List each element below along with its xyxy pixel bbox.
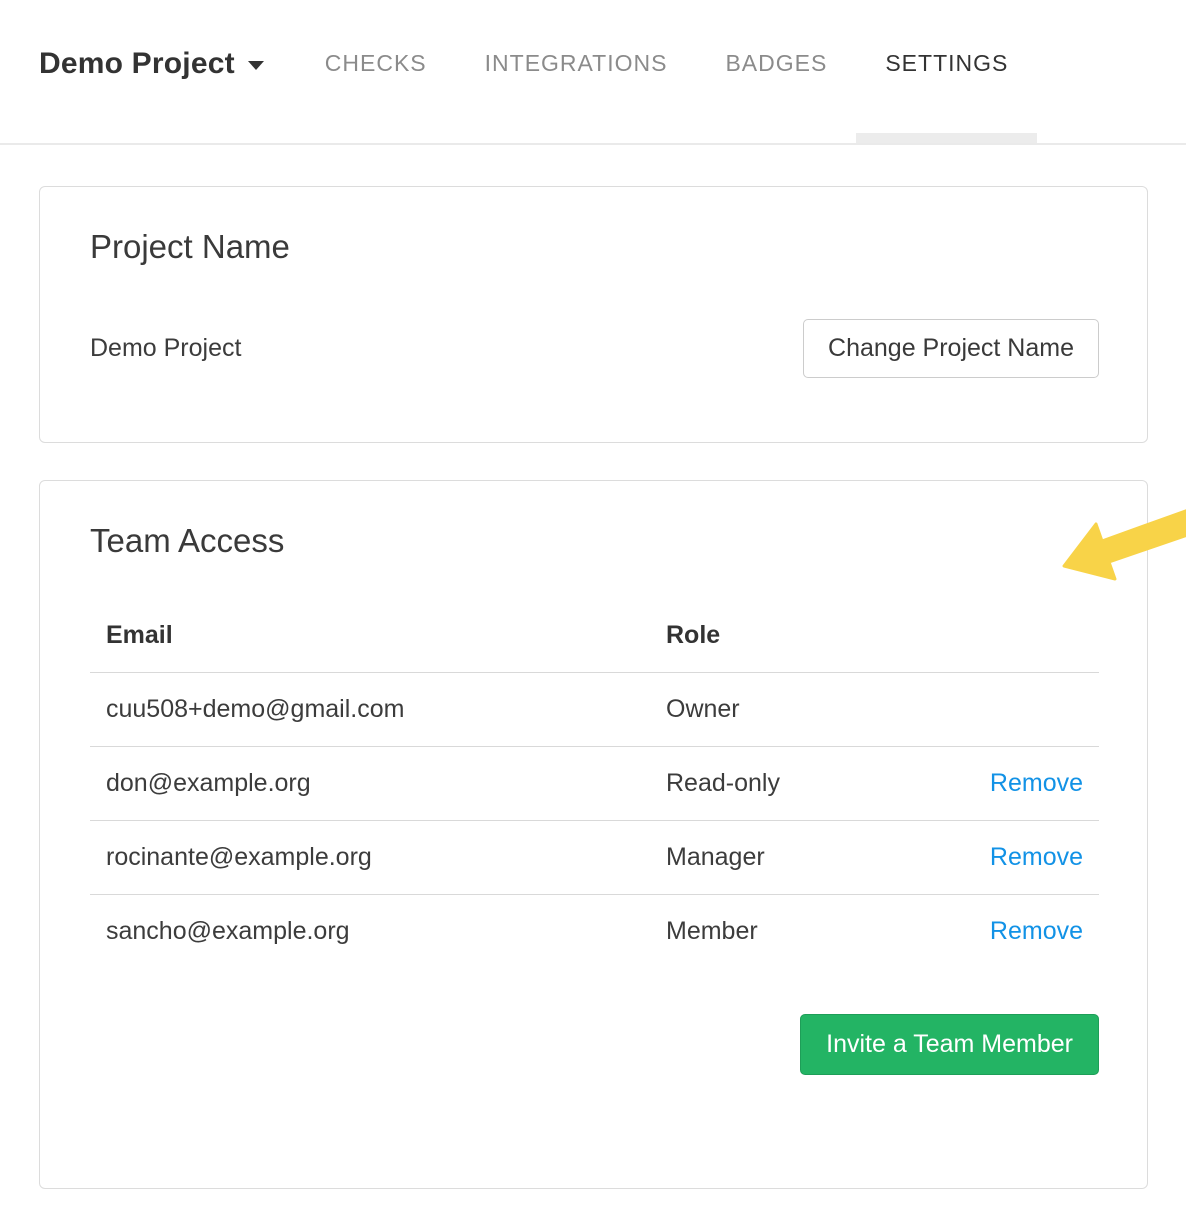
member-email: don@example.org xyxy=(90,746,650,820)
team-access-card: Team Access Email Role cuu508+demo@gmail… xyxy=(39,480,1148,1189)
project-name-card: Project Name Demo Project Change Project… xyxy=(39,186,1148,443)
member-action-cell xyxy=(948,672,1099,746)
member-action-cell: Remove xyxy=(948,894,1099,968)
member-action-cell: Remove xyxy=(948,820,1099,894)
member-role: Member xyxy=(650,894,948,968)
project-title: Demo Project xyxy=(39,47,235,81)
action-column-header xyxy=(948,609,1099,673)
member-role: Read-only xyxy=(650,746,948,820)
nav-tabs: CHECKS INTEGRATIONS BADGES SETTINGS xyxy=(296,0,1038,143)
project-selector-dropdown[interactable]: Demo Project xyxy=(39,0,264,135)
invite-row: Invite a Team Member xyxy=(90,1014,1099,1075)
email-column-header: Email xyxy=(90,609,650,673)
member-email: sancho@example.org xyxy=(90,894,650,968)
table-row: rocinante@example.org Manager Remove xyxy=(90,820,1099,894)
remove-member-link[interactable]: Remove xyxy=(990,843,1083,871)
role-column-header: Role xyxy=(650,609,948,673)
project-name-card-title: Project Name xyxy=(90,227,1099,267)
member-role: Manager xyxy=(650,820,948,894)
team-access-card-title: Team Access xyxy=(90,521,1099,561)
chevron-down-icon xyxy=(248,61,264,70)
tab-badges[interactable]: BADGES xyxy=(696,0,856,143)
tab-settings[interactable]: SETTINGS xyxy=(856,0,1037,143)
tab-checks[interactable]: CHECKS xyxy=(296,0,456,143)
table-header-row: Email Role xyxy=(90,609,1099,673)
remove-member-link[interactable]: Remove xyxy=(990,769,1083,797)
change-project-name-button[interactable]: Change Project Name xyxy=(803,319,1099,378)
team-members-table: Email Role cuu508+demo@gmail.com Owner d… xyxy=(90,609,1099,968)
member-role: Owner xyxy=(650,672,948,746)
tab-integrations[interactable]: INTEGRATIONS xyxy=(456,0,697,143)
member-email: rocinante@example.org xyxy=(90,820,650,894)
table-row: sancho@example.org Member Remove xyxy=(90,894,1099,968)
table-row: don@example.org Read-only Remove xyxy=(90,746,1099,820)
project-name-row: Demo Project Change Project Name xyxy=(90,319,1099,378)
current-project-name: Demo Project xyxy=(90,334,241,363)
invite-team-member-button[interactable]: Invite a Team Member xyxy=(800,1014,1099,1075)
top-nav: Demo Project CHECKS INTEGRATIONS BADGES … xyxy=(0,0,1186,145)
member-email: cuu508+demo@gmail.com xyxy=(90,672,650,746)
member-action-cell: Remove xyxy=(948,746,1099,820)
remove-member-link[interactable]: Remove xyxy=(990,917,1083,945)
table-row: cuu508+demo@gmail.com Owner xyxy=(90,672,1099,746)
